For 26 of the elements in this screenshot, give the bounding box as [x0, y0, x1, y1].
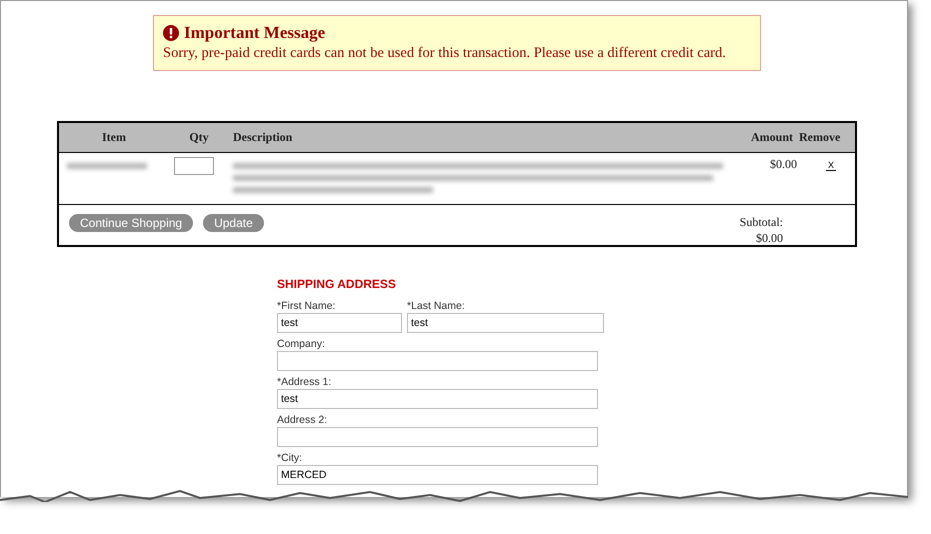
subtotal-label: Subtotal: [740, 214, 783, 230]
field-label: Address 2: [277, 414, 328, 427]
input-field[interactable]: test [407, 313, 604, 333]
blurred-quantity-field [174, 157, 214, 175]
subtotal-value: $0.00 [755, 230, 783, 246]
field-label: *Address 1: [277, 376, 332, 389]
input-field[interactable] [277, 351, 598, 371]
field-label: Company: [277, 338, 326, 351]
column-header: Amount [750, 130, 794, 145]
message-text: Sorry, pre-paid credit cards can not be used for this transaction. Please use a different credit card. [163, 45, 726, 62]
field-label: *Last Name: [407, 300, 466, 313]
input-field[interactable]: test [277, 389, 598, 409]
column-header: Qty [188, 130, 210, 145]
input-field[interactable] [277, 427, 598, 447]
alert-icon [163, 25, 179, 41]
amount-cell-text: $0.00 [769, 157, 798, 173]
remove-button[interactable]: X [826, 160, 836, 171]
field-label: *First Name: [277, 300, 336, 313]
column-header: Description [232, 130, 294, 145]
column-header: Remove [799, 130, 842, 145]
field-label: *City: [277, 452, 304, 465]
input-field[interactable]: test [277, 313, 402, 333]
section-title: SHIPPING ADDRESS [277, 277, 397, 291]
input-field[interactable]: MERCED [277, 465, 598, 485]
column-header: Item [101, 130, 127, 145]
message-title: Important Message [184, 23, 326, 43]
